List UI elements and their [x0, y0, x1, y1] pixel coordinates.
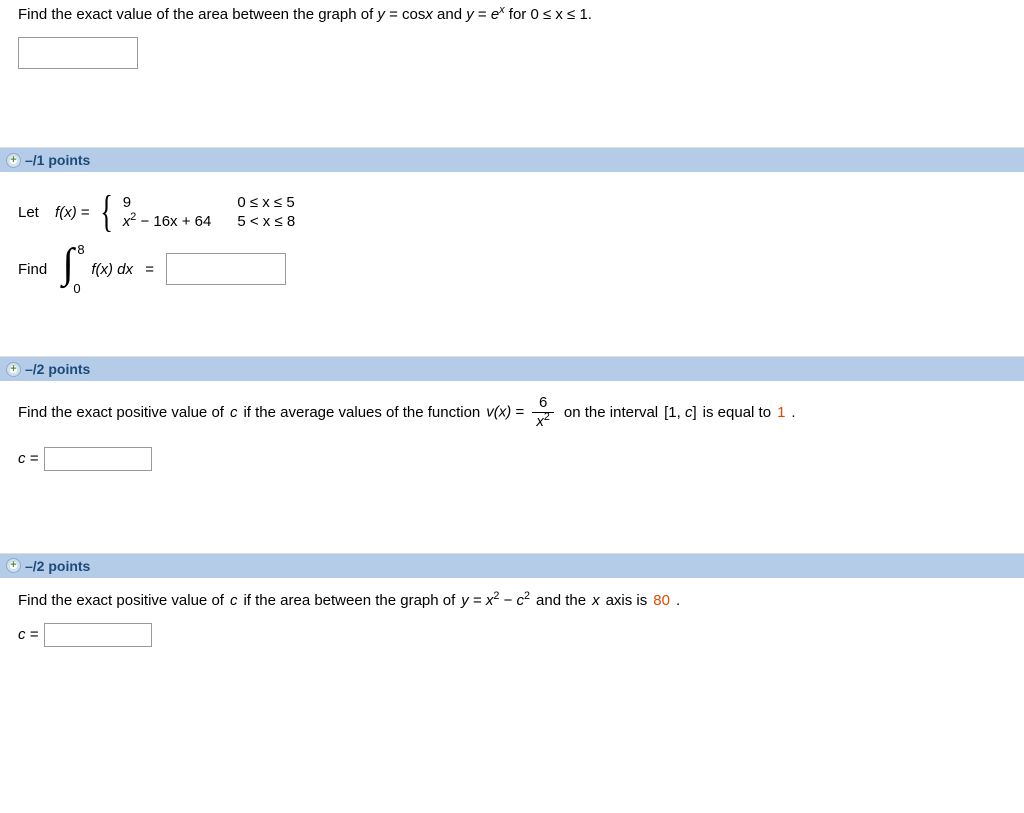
- find-label: Find: [18, 261, 47, 278]
- question-2: + –/2 points Find the exact positive val…: [0, 357, 1024, 554]
- expand-icon[interactable]: +: [6, 362, 21, 377]
- text: Find the exact value of the area between…: [18, 6, 377, 23]
- let-label: Let: [18, 204, 39, 221]
- math-range: 0 ≤ x ≤ 1.: [530, 6, 592, 23]
- cases-grid: 9 0 ≤ x ≤ 5 x2 − 16x + 64 5 < x ≤ 8: [123, 194, 295, 230]
- piecewise-definition: Let f(x) = { 9 0 ≤ x ≤ 5 x2 − 16x + 64 5…: [18, 192, 1012, 232]
- points-bar: + –/2 points: [0, 357, 1024, 381]
- points-label: –/2 points: [25, 361, 90, 377]
- answer-input[interactable]: [44, 447, 152, 471]
- func-name: f(x) =: [55, 204, 90, 221]
- question-0: Find the exact value of the area between…: [0, 0, 1024, 148]
- question-3: + –/2 points Find the exact positive val…: [0, 554, 1024, 671]
- expand-icon[interactable]: +: [6, 558, 21, 573]
- points-bar: + –/2 points: [0, 554, 1024, 578]
- integrand: f(x) dx: [91, 261, 133, 278]
- math-expr: y = cosx: [377, 6, 437, 23]
- question-1: + –/1 points Let f(x) = { 9 0 ≤ x ≤ 5 x2…: [0, 148, 1024, 357]
- answer-input[interactable]: [18, 37, 138, 69]
- points-bar: + –/1 points: [0, 148, 1024, 172]
- question-3-prompt: Find the exact positive value of c if th…: [18, 592, 1012, 609]
- int-upper: 8: [77, 242, 84, 257]
- points-label: –/1 points: [25, 152, 90, 168]
- integral-symbol: ∫ 8 0: [59, 246, 87, 292]
- brace-icon: {: [100, 192, 113, 232]
- expand-icon[interactable]: +: [6, 153, 21, 168]
- integral-row: Find ∫ 8 0 f(x) dx =: [18, 246, 1012, 292]
- text: for: [509, 6, 531, 23]
- highlight-value: 1: [777, 404, 785, 421]
- points-label: –/2 points: [25, 558, 90, 574]
- answer-input[interactable]: [166, 253, 286, 285]
- highlight-value: 80: [653, 592, 670, 609]
- question-0-prompt: Find the exact value of the area between…: [18, 0, 1012, 23]
- text: and: [437, 6, 466, 23]
- answer-label: c =: [18, 626, 38, 643]
- question-2-prompt: Find the exact positive value of c if th…: [18, 395, 1012, 431]
- answer-label: c =: [18, 450, 38, 467]
- int-lower: 0: [73, 281, 80, 296]
- math-expr: y = ex: [466, 6, 509, 23]
- answer-input[interactable]: [44, 623, 152, 647]
